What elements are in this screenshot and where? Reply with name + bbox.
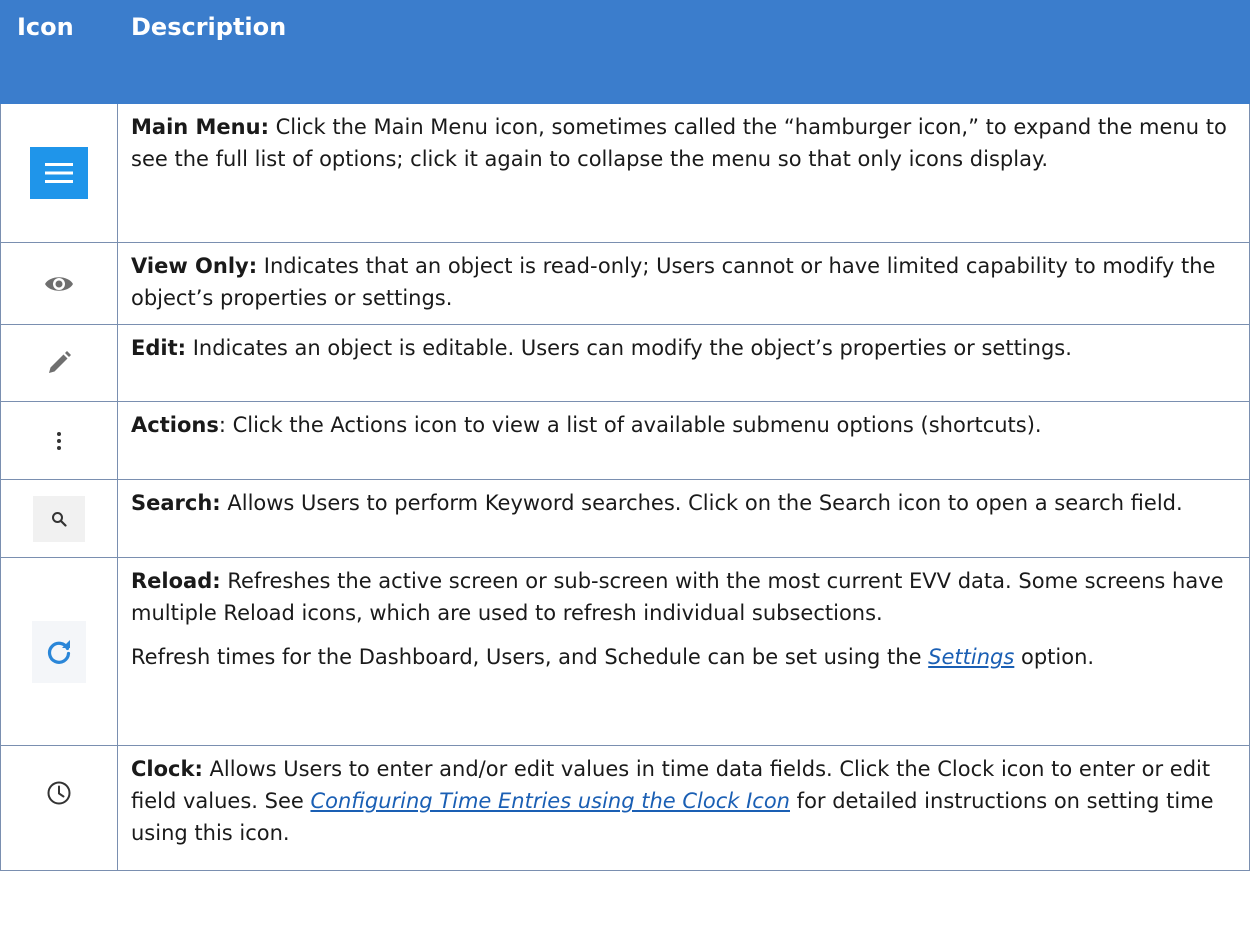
settings-link[interactable]: Settings: [928, 645, 1014, 669]
clock-icon: [46, 780, 72, 806]
description-cell: Actions: Click the Actions icon to view …: [117, 401, 1250, 480]
icon-reference-table: Icon Description Main Menu: Click the Ma…: [0, 0, 1250, 871]
description-text: Indicates an object is editable. Users c…: [186, 336, 1072, 360]
description-text: Refresh times for the Dashboard, Users, …: [131, 645, 929, 669]
description-column-header: Description: [117, 0, 1250, 104]
term-label: Edit:: [131, 336, 187, 360]
description-text: Indicates that an object is read-only; U…: [131, 254, 1216, 310]
hamburger-menu-icon: [30, 147, 88, 199]
table-row: Edit: Indicates an object is editable. U…: [0, 324, 1250, 402]
table-row: Reload: Refreshes the active screen or s…: [0, 557, 1250, 746]
pencil-icon: [46, 350, 72, 376]
term-label: View Only:: [131, 254, 258, 278]
vertical-dots-icon: [56, 431, 62, 451]
description-cell: Clock: Allows Users to enter and/or edit…: [117, 745, 1250, 871]
description-text: Allows Users to perform Keyword searches…: [220, 491, 1183, 515]
term-label: Actions: [131, 413, 219, 437]
description-cell: Main Menu: Click the Main Menu icon, som…: [117, 103, 1250, 243]
description-text: option.: [1014, 645, 1095, 669]
description-cell: Search: Allows Users to perform Keyword …: [117, 479, 1250, 558]
table-row: Clock: Allows Users to enter and/or edit…: [0, 745, 1250, 871]
table-row: Search: Allows Users to perform Keyword …: [0, 479, 1250, 558]
table-row: View Only: Indicates that an object is r…: [0, 242, 1250, 325]
table-row: Actions: Click the Actions icon to view …: [0, 401, 1250, 480]
table-header-row: Icon Description: [0, 0, 1250, 104]
description-cell: Edit: Indicates an object is editable. U…: [117, 324, 1250, 402]
configuring-time-entries-link[interactable]: Configuring Time Entries using the Clock…: [310, 789, 790, 813]
term-label: Main Menu:: [131, 115, 269, 139]
term-label: Reload:: [131, 569, 221, 593]
description-text: Refreshes the active screen or sub-scree…: [131, 569, 1224, 625]
table-row: Main Menu: Click the Main Menu icon, som…: [0, 103, 1250, 243]
description-text: : Click the Actions icon to view a list …: [218, 413, 1042, 437]
search-icon: [33, 495, 85, 542]
description-cell: Reload: Refreshes the active screen or s…: [117, 557, 1250, 746]
eye-icon: [44, 273, 74, 295]
term-label: Search:: [131, 491, 221, 515]
reload-icon: [32, 620, 86, 683]
icon-column-header: Icon: [0, 0, 118, 104]
term-label: Clock:: [131, 757, 203, 781]
description-text: Click the Main Menu icon, sometimes call…: [131, 115, 1227, 171]
description-cell: View Only: Indicates that an object is r…: [117, 242, 1250, 325]
